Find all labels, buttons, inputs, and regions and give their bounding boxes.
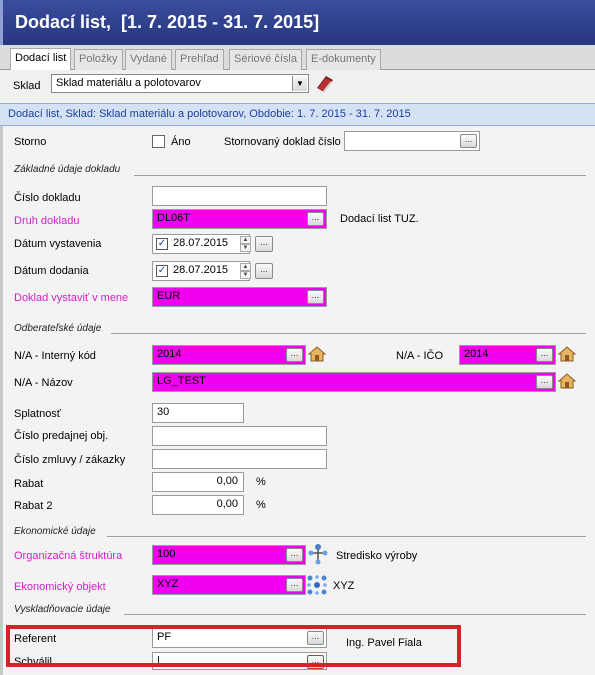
book-icon[interactable] — [314, 72, 336, 94]
tab-vydane[interactable]: Vydané — [125, 49, 172, 70]
browse-button[interactable]: ... — [307, 290, 324, 304]
org-structure-value: 100 — [157, 548, 176, 560]
discount2-percent: % — [256, 499, 266, 511]
doc-number-label: Číslo dokladu — [14, 192, 81, 204]
discount-percent: % — [256, 476, 266, 488]
doc-number-field[interactable] — [152, 186, 327, 206]
contract-number-label: Číslo zmluvy / zákazky — [14, 454, 126, 466]
ico-label: N/A - IČO — [396, 350, 444, 362]
window-title: Dodací list, [1. 7. 2015 - 31. 7. 2015] — [0, 0, 595, 45]
tab-polozky[interactable]: Položky — [74, 49, 123, 70]
economic-object-description: XYZ — [333, 580, 355, 592]
due-field[interactable]: 30 — [152, 403, 244, 423]
name-value: LG_TEST — [157, 375, 206, 387]
delivery-date-spinner[interactable]: ▲ ▼ — [240, 263, 251, 279]
divider — [134, 175, 586, 176]
section-customer: Odberateľské údaje — [14, 323, 102, 334]
org-structure-field[interactable]: 100 ... — [152, 545, 306, 565]
cancelled-doc-label: Stornovaný doklad číslo — [224, 136, 341, 148]
browse-button[interactable]: ... — [460, 134, 477, 148]
house-icon[interactable] — [308, 345, 326, 363]
doc-type-value: DL06T — [157, 212, 191, 224]
tab-seriove-cisla[interactable]: Sériové čísla — [229, 49, 302, 70]
tab-dodaci-list[interactable]: Dodací list — [10, 48, 72, 70]
ico-value: 2014 — [464, 348, 489, 360]
internal-code-label: N/A - Interný kód — [14, 350, 96, 362]
issue-date-field[interactable]: ✓ 28.07.2015 — [152, 234, 250, 254]
browse-button[interactable]: ... — [536, 348, 553, 362]
tab-strip: Dodací list Položky Vydané Prehľad Sério… — [0, 45, 595, 70]
cancelled-doc-field[interactable]: ... — [344, 131, 480, 151]
storno-checkbox[interactable] — [152, 135, 165, 148]
divider — [111, 333, 586, 334]
browse-button[interactable]: ... — [307, 212, 324, 226]
currency-field[interactable]: EUR ... — [152, 287, 327, 307]
delivery-date-value: 28.07.2015 — [173, 264, 229, 276]
org-tree-icon[interactable] — [307, 543, 329, 565]
browse-button[interactable]: ... — [286, 578, 303, 592]
objects-icon[interactable] — [306, 574, 328, 596]
warehouse-select[interactable]: Sklad materiálu a polotovarov ▼ — [51, 74, 309, 93]
browse-button[interactable]: ... — [286, 548, 303, 562]
due-label: Splatnosť — [14, 408, 61, 420]
internal-code-field[interactable]: 2014 ... — [152, 345, 306, 365]
currency-label: Doklad vystaviť v mene — [14, 292, 129, 304]
order-number-field[interactable] — [152, 426, 327, 446]
highlight-box — [6, 625, 461, 667]
discount-field[interactable]: 0,00 — [152, 472, 244, 492]
issue-date-spinner[interactable]: ▲ ▼ — [240, 236, 251, 252]
house-icon[interactable] — [558, 345, 576, 363]
doc-type-label: Druh dokladu — [14, 215, 80, 227]
warehouse-value: Sklad materiálu a polotovarov — [56, 77, 201, 89]
chevron-down-icon[interactable]: ▼ — [292, 76, 307, 91]
issue-date-value: 28.07.2015 — [173, 237, 229, 249]
currency-value: EUR — [157, 290, 181, 302]
calendar-button[interactable]: ... — [255, 236, 273, 252]
org-structure-label: Organizačná štruktúra — [14, 550, 123, 562]
ico-field[interactable]: 2014 ... — [459, 345, 556, 365]
section-economic: Ekonomické údaje — [14, 526, 96, 537]
order-number-label: Číslo predajnej obj. — [14, 430, 109, 442]
contract-number-field[interactable] — [152, 449, 327, 469]
issue-date-label: Dátum vystavenia — [14, 238, 102, 250]
economic-object-value: XYZ — [157, 578, 179, 590]
delivery-date-field[interactable]: ✓ 28.07.2015 — [152, 261, 250, 281]
doc-type-description: Dodací list TUZ. — [340, 213, 419, 225]
org-structure-description: Stredisko výroby — [336, 550, 418, 562]
delivery-date-label: Dátum dodania — [14, 265, 89, 277]
divider — [124, 614, 586, 615]
house-icon[interactable] — [558, 372, 576, 390]
browse-button[interactable]: ... — [286, 348, 303, 362]
discount2-field[interactable]: 0,00 — [152, 495, 244, 515]
tab-e-dokumenty[interactable]: E-dokumenty — [306, 49, 381, 70]
context-status: Dodací list, Sklad: Sklad materiálu a po… — [0, 103, 595, 126]
section-billing: Vyskladňovacie údaje — [14, 604, 111, 615]
economic-object-field[interactable]: XYZ ... — [152, 575, 306, 595]
storno-checkbox-label: Áno — [171, 136, 191, 148]
discount-label: Rabat — [14, 478, 44, 490]
storno-label: Storno — [14, 136, 47, 148]
internal-code-value: 2014 — [157, 348, 182, 360]
discount2-label: Rabat 2 — [14, 500, 53, 512]
tab-prehlad[interactable]: Prehľad — [175, 49, 224, 70]
doc-type-field[interactable]: DL06T ... — [152, 209, 327, 229]
name-field[interactable]: LG_TEST ... — [152, 372, 556, 392]
divider — [107, 536, 586, 537]
section-basic: Základné údaje dokladu — [14, 164, 121, 175]
calendar-button[interactable]: ... — [255, 263, 273, 279]
economic-object-label: Ekonomický objekt — [14, 581, 106, 593]
warehouse-label: Sklad — [13, 80, 41, 92]
issue-date-checkbox[interactable]: ✓ — [156, 238, 168, 250]
browse-button[interactable]: ... — [536, 375, 553, 389]
delivery-date-checkbox[interactable]: ✓ — [156, 265, 168, 277]
name-label: N/A - Názov — [14, 377, 73, 389]
